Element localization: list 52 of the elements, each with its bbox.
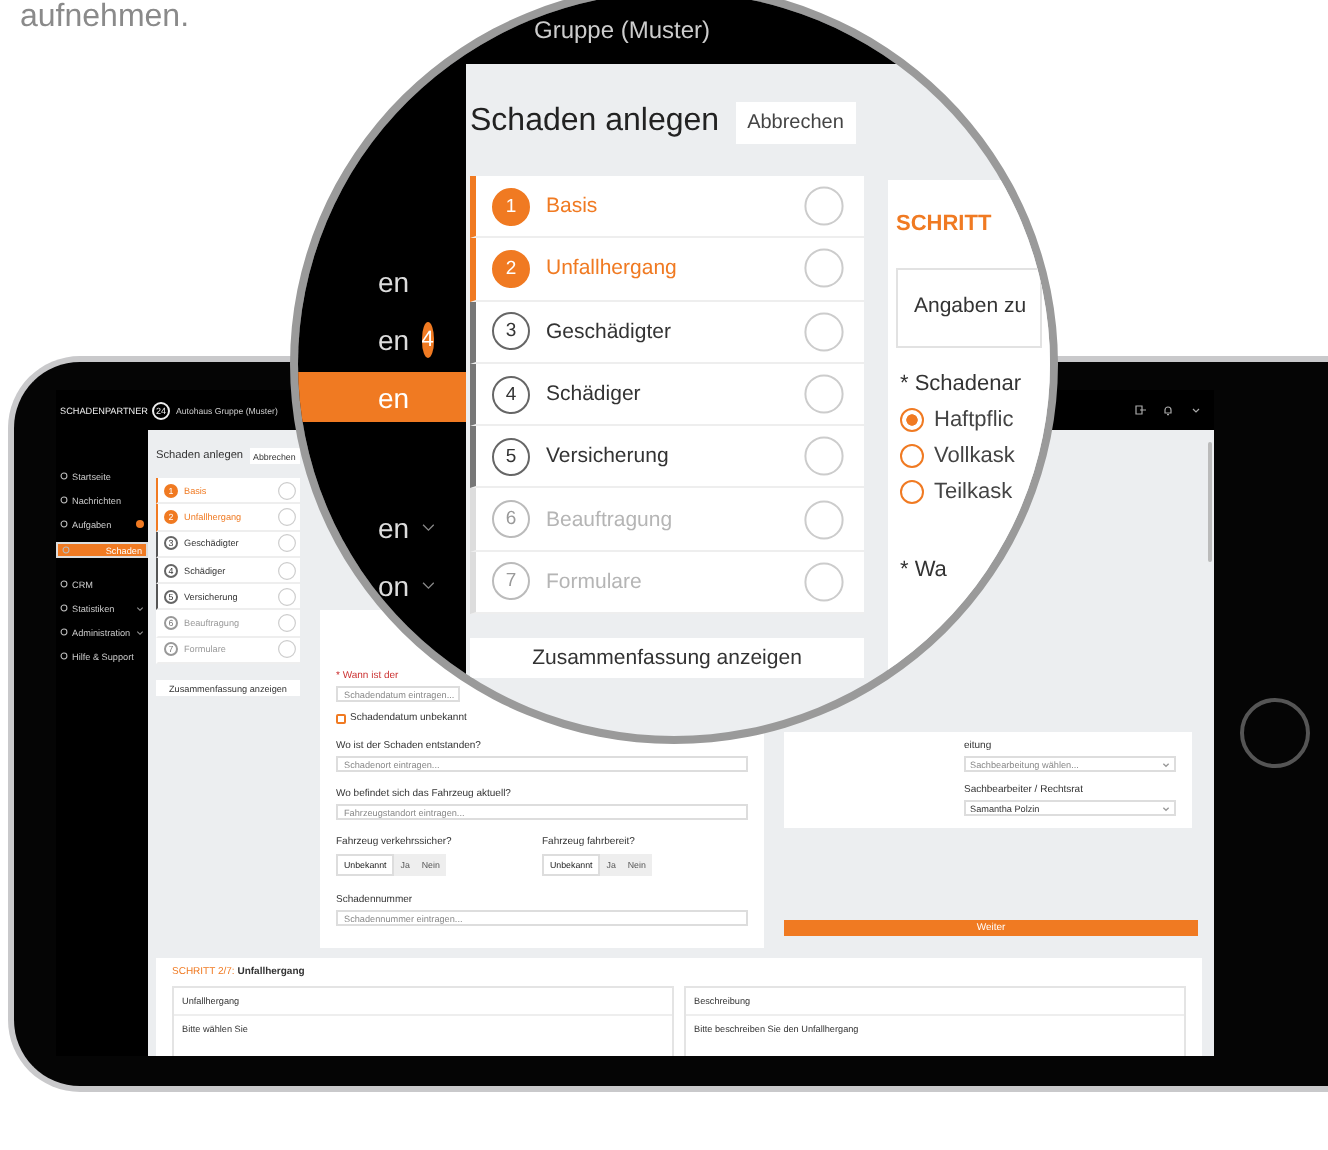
option-label: Haftpflic xyxy=(934,408,1014,432)
status-circle-icon xyxy=(804,499,844,540)
caption-text: aufnehmen. xyxy=(20,0,190,34)
summary-button[interactable]: Zusammenfassung anzeigen xyxy=(470,638,864,679)
step-item[interactable]: 5 Versicherung xyxy=(470,426,864,489)
menu-item-icon xyxy=(60,580,68,588)
status-circle-icon xyxy=(804,248,844,289)
radio-button[interactable] xyxy=(900,408,924,432)
field-label: * Schadenar xyxy=(900,372,1022,396)
status-circle-icon xyxy=(278,534,296,553)
menu-item-icon xyxy=(60,604,68,612)
status-circle-icon xyxy=(278,507,296,526)
card-title: Angaben zu xyxy=(914,294,1027,318)
field-label: * Wa xyxy=(900,558,947,582)
count-badge: 4 xyxy=(421,321,434,357)
bell-icon[interactable] xyxy=(1162,404,1174,416)
status-circle-icon xyxy=(804,436,844,477)
step-item[interactable]: 4 Schädiger xyxy=(470,363,864,427)
menu-item-icon xyxy=(60,628,68,636)
menu-item-icon xyxy=(60,520,68,528)
status-circle-icon xyxy=(278,561,296,580)
menu-item-icon xyxy=(60,472,68,480)
sidebar-item[interactable]: en 4 xyxy=(378,314,466,364)
step-item[interactable]: 3 Geschädigter xyxy=(470,301,864,364)
sidebar-item[interactable]: en xyxy=(378,256,466,306)
step-heading: SCHRITT xyxy=(896,212,992,236)
status-circle-icon xyxy=(278,587,296,606)
status-circle-icon xyxy=(804,186,844,227)
scrollbar xyxy=(1208,442,1212,562)
status-circle-icon xyxy=(804,311,844,352)
dropdown-icon[interactable] xyxy=(1190,404,1202,416)
menu-item-icon xyxy=(60,496,68,504)
radio-button[interactable] xyxy=(900,480,924,504)
radio-button[interactable] xyxy=(900,444,924,468)
sidebar-item[interactable]: on xyxy=(378,560,466,610)
status-circle-icon xyxy=(278,614,296,633)
checkbox[interactable] xyxy=(336,713,346,723)
company-name: Gruppe (Muster) xyxy=(534,16,711,44)
status-circle-icon xyxy=(278,481,296,500)
chevron-icon xyxy=(1162,805,1170,811)
export-icon[interactable] xyxy=(1134,404,1146,416)
status-circle-icon xyxy=(804,561,844,602)
chevron-icon xyxy=(1162,761,1170,767)
page-title: Schaden anlegen xyxy=(470,104,720,140)
cancel-button[interactable]: Abbrechen xyxy=(735,101,856,143)
option-label: Teilkask xyxy=(934,480,1013,504)
status-circle-icon xyxy=(278,640,296,659)
menu-item-icon xyxy=(60,652,68,660)
sidebar-item[interactable]: en xyxy=(378,502,466,552)
menu-item-icon xyxy=(62,546,70,554)
option-label: Vollkask xyxy=(934,444,1015,468)
status-circle-icon xyxy=(804,374,844,415)
